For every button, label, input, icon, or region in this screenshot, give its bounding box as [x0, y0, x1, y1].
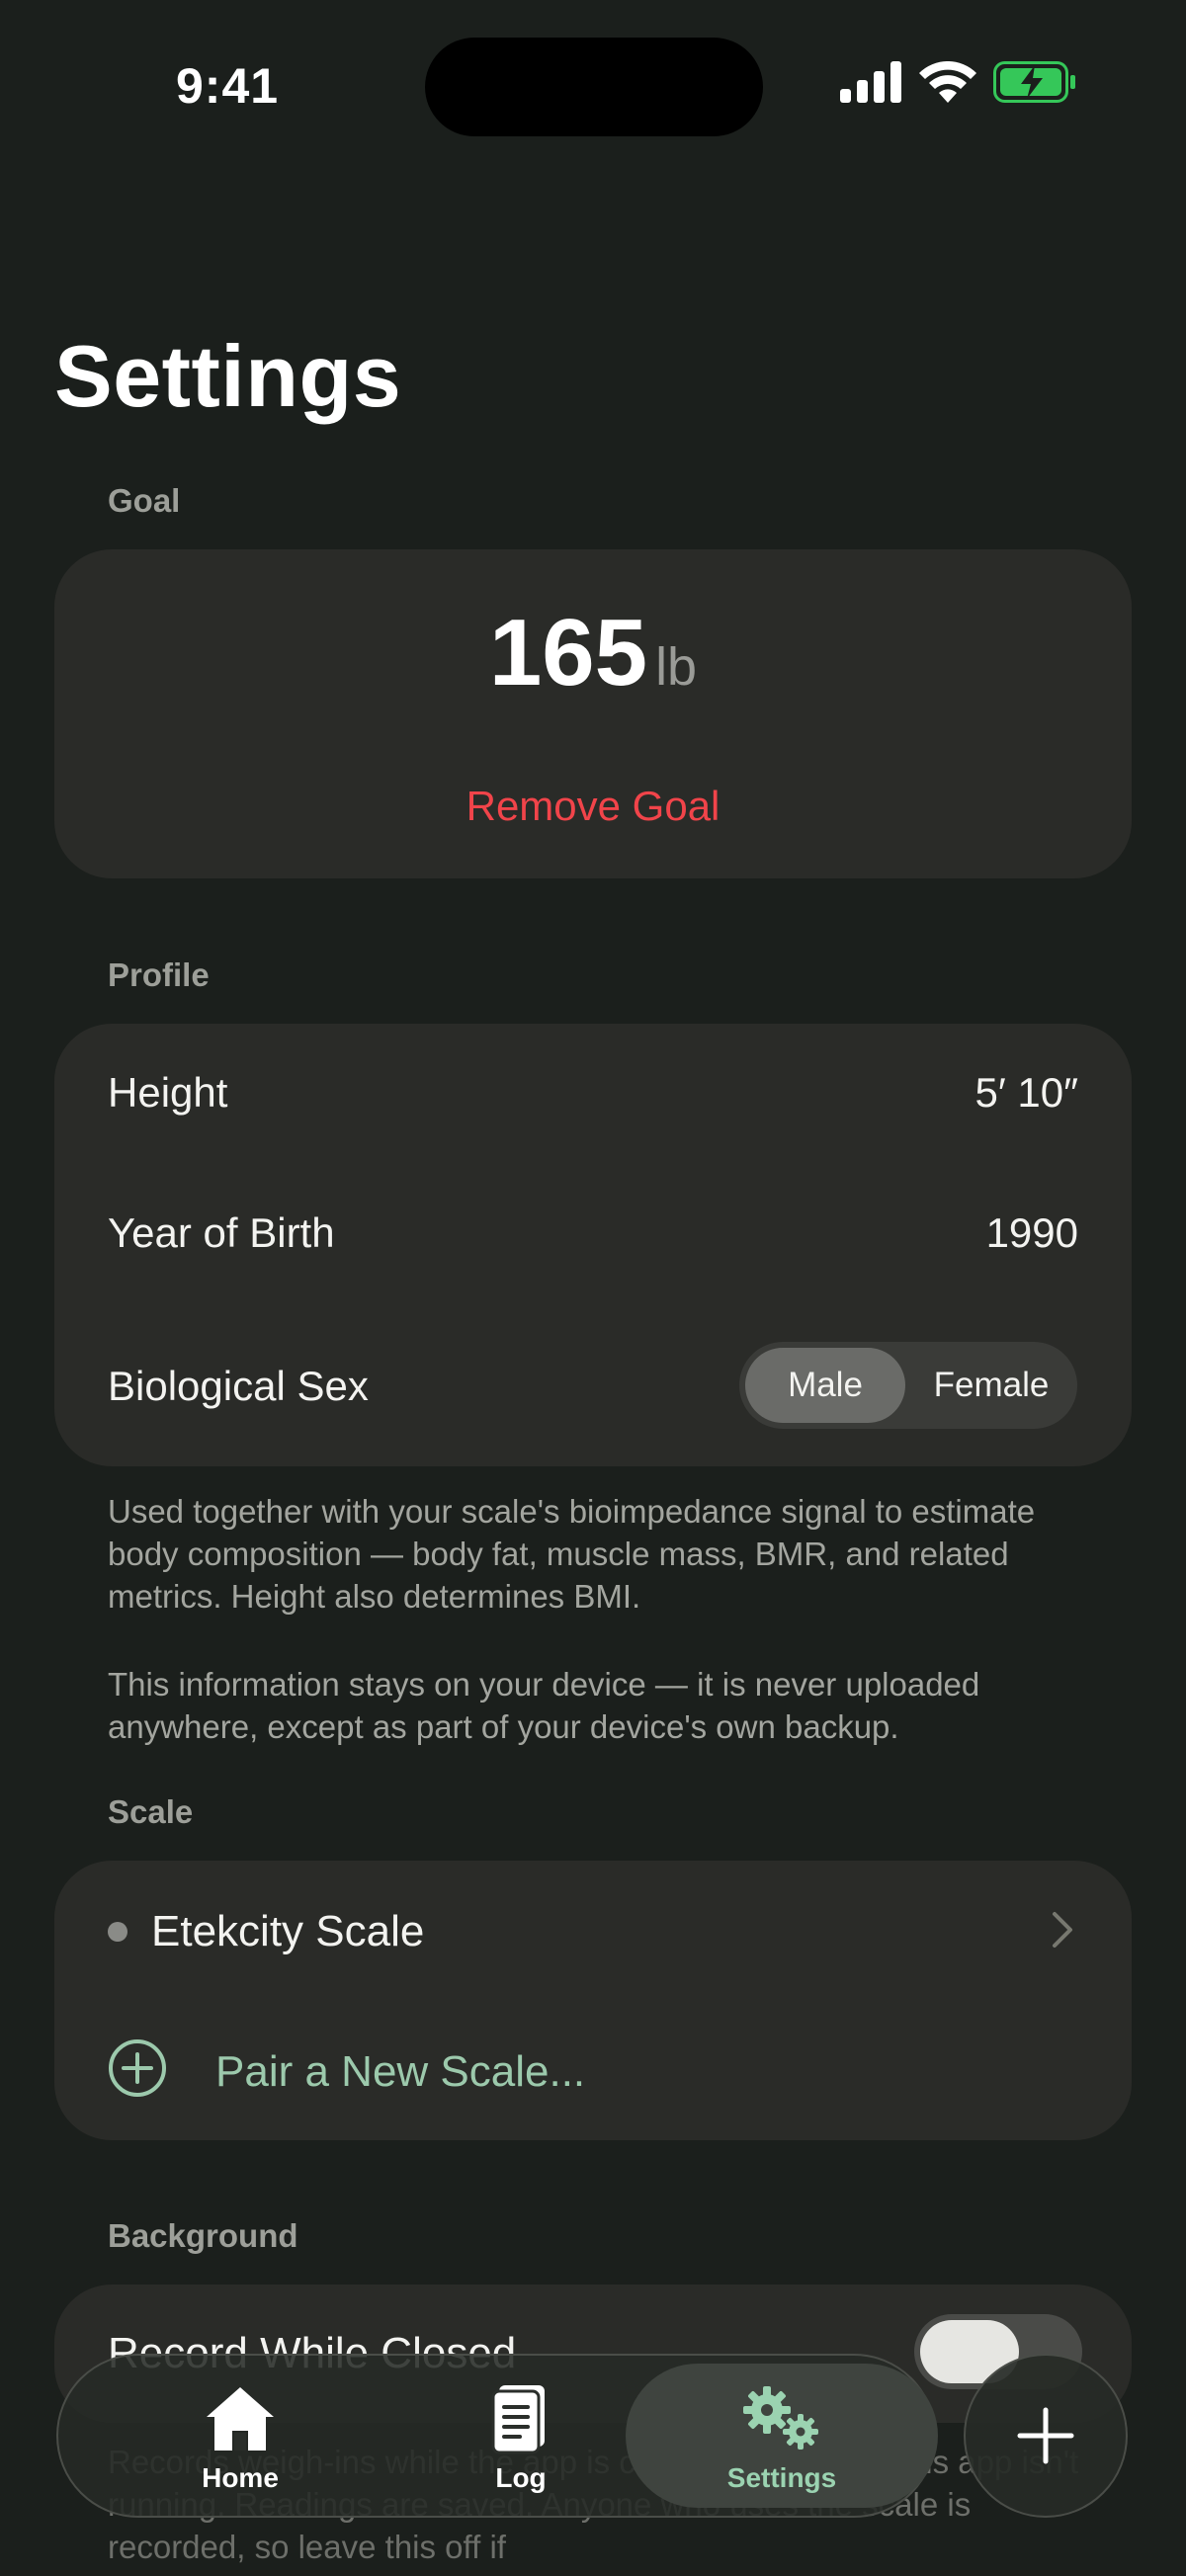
wifi-icon: [919, 61, 976, 103]
scale-card: Etekcity Scale Pair a New Scale...: [54, 1861, 1132, 2140]
book-log-icon: [491, 2385, 545, 2454]
background-section-header: Background: [108, 2217, 298, 2254]
height-label: Height: [108, 1069, 228, 1116]
remove-goal-button[interactable]: Remove Goal: [54, 783, 1132, 830]
plus-circle-icon: [109, 2039, 166, 2097]
sex-option-male[interactable]: Male: [745, 1348, 905, 1423]
scale-section-header: Scale: [108, 1793, 194, 1830]
chevron-right-icon: [1053, 1912, 1072, 1948]
goal-value[interactable]: 165 lb: [54, 599, 1132, 707]
profile-card: Height 5′ 10″ Year of Birth 1990 Biologi…: [54, 1024, 1132, 1466]
tab-log-label: Log: [495, 2462, 547, 2493]
profile-footnote-privacy: This information stays on your device — …: [108, 1666, 980, 1745]
settings-screen: 9:41 Settings Goal 165 lb Remove Goal Pro: [0, 0, 1186, 2576]
goal-unit: lb: [655, 637, 698, 697]
biological-sex-segmented-control: Male Female: [739, 1342, 1077, 1429]
profile-section-header: Profile: [108, 956, 210, 993]
gears-icon: [743, 2386, 818, 2450]
tab-bar: Home Log Settings: [56, 2354, 938, 2518]
house-icon: [207, 2387, 274, 2451]
battery-charging-icon: [993, 61, 1075, 103]
scale-device-name: Etekcity Scale: [151, 1907, 425, 1955]
connection-status-dot: [108, 1922, 127, 1942]
tab-home-label: Home: [202, 2462, 279, 2493]
page-title: Settings: [54, 327, 402, 425]
tab-log[interactable]: Log: [402, 2356, 639, 2516]
year-of-birth-label: Year of Birth: [108, 1209, 335, 1256]
tab-home[interactable]: Home: [122, 2356, 359, 2516]
tab-settings-label: Settings: [726, 2462, 837, 2493]
profile-footnote-composition: Used together with your scale's bioimped…: [108, 1493, 1036, 1615]
add-weigh-in-button[interactable]: [964, 2354, 1128, 2518]
goal-number: 165: [488, 600, 648, 706]
height-value: 5′ 10″: [974, 1069, 1079, 1116]
dynamic-island: [425, 38, 763, 136]
status-time: 9:41: [176, 58, 280, 114]
pair-new-scale-label: Pair a New Scale...: [215, 2047, 586, 2096]
plus-icon: [1017, 2407, 1074, 2464]
goal-section-header: Goal: [108, 482, 181, 519]
year-of-birth-value: 1990: [985, 1209, 1078, 1256]
goal-card: 165 lb Remove Goal: [54, 549, 1132, 878]
tab-settings[interactable]: Settings: [626, 2364, 938, 2508]
sex-option-female[interactable]: Female: [911, 1348, 1071, 1423]
cellular-signal-icon: [840, 61, 901, 103]
biological-sex-label: Biological Sex: [108, 1363, 369, 1409]
